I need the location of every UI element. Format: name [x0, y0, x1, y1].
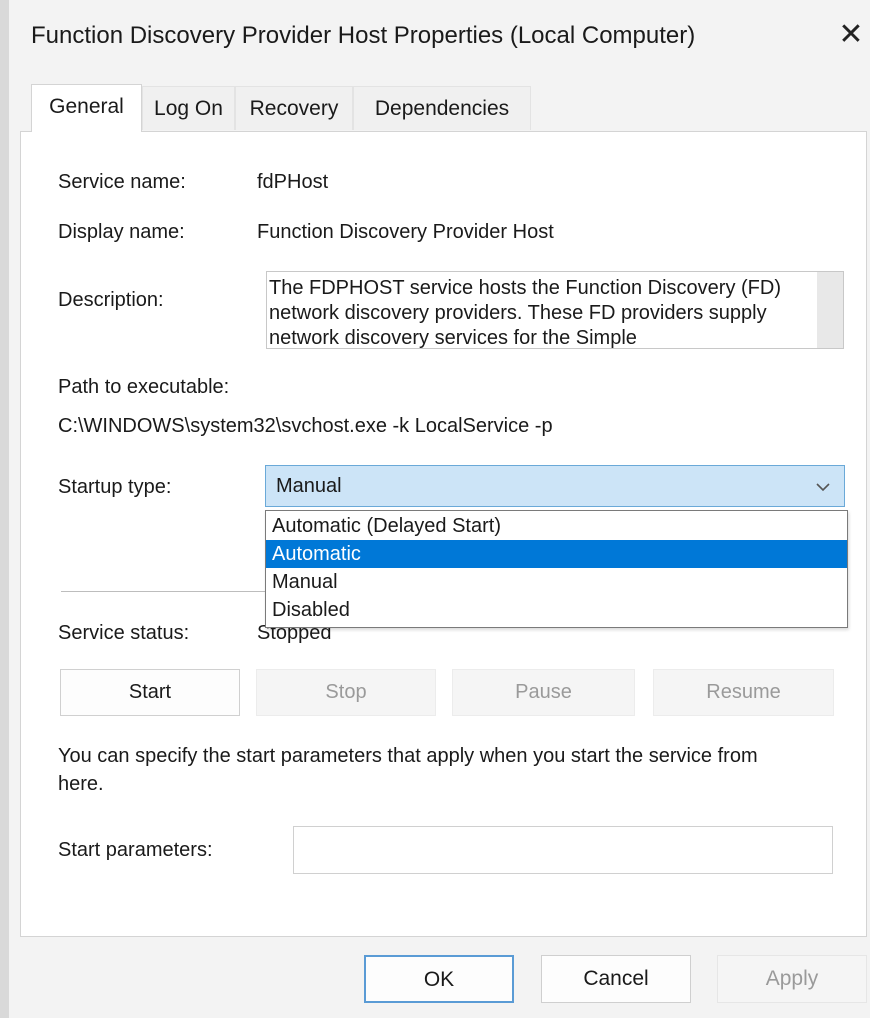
description-scrollbar[interactable]: [817, 272, 843, 348]
properties-dialog: Function Discovery Provider Host Propert…: [9, 0, 870, 1018]
window-edge: [0, 0, 9, 1018]
display-name-value: Function Discovery Provider Host: [257, 221, 554, 243]
description-label: Description:: [58, 289, 164, 311]
ok-button[interactable]: OK: [364, 955, 514, 1003]
start-parameters-label: Start parameters:: [58, 839, 213, 861]
startup-type-dropdown: Automatic (Delayed Start) Automatic Manu…: [265, 510, 848, 628]
tab-dependencies[interactable]: Dependencies: [353, 86, 531, 130]
start-parameters-hint: You can specify the start parameters tha…: [58, 745, 758, 795]
apply-button[interactable]: Apply: [717, 955, 867, 1003]
resume-button[interactable]: Resume: [653, 669, 834, 716]
description-box[interactable]: The FDPHOST service hosts the Function D…: [266, 271, 844, 349]
startup-type-label: Startup type:: [58, 476, 172, 498]
startup-type-select[interactable]: Manual: [265, 465, 845, 507]
start-parameters-input[interactable]: [293, 826, 833, 874]
tab-recovery[interactable]: Recovery: [235, 86, 353, 130]
option-manual[interactable]: Manual: [266, 568, 847, 596]
service-name-value: fdPHost: [257, 171, 329, 193]
stop-button[interactable]: Stop: [256, 669, 436, 716]
tab-general[interactable]: General: [31, 84, 142, 132]
title-bar: Function Discovery Provider Host Propert…: [9, 0, 870, 72]
close-icon[interactable]: ✕: [834, 18, 868, 52]
description-text: The FDPHOST service hosts the Function D…: [269, 277, 781, 349]
path-label: Path to executable:: [58, 376, 230, 398]
general-panel: Service name: fdPHost Display name: Func…: [20, 131, 867, 937]
service-name-label: Service name:: [58, 171, 186, 193]
option-automatic[interactable]: Automatic: [266, 540, 847, 568]
option-automatic-delayed[interactable]: Automatic (Delayed Start): [266, 512, 847, 540]
start-button[interactable]: Start: [60, 669, 240, 716]
section-divider: [61, 591, 266, 592]
startup-type-value: Manual: [276, 475, 342, 497]
tab-log-on[interactable]: Log On: [142, 86, 235, 130]
service-status-label: Service status:: [58, 622, 190, 644]
display-name-label: Display name:: [58, 221, 185, 243]
path-value: C:\WINDOWS\system32\svchost.exe -k Local…: [58, 415, 553, 437]
option-disabled[interactable]: Disabled: [266, 596, 847, 624]
window-title: Function Discovery Provider Host Propert…: [31, 22, 696, 49]
chevron-down-icon: [816, 483, 830, 492]
pause-button[interactable]: Pause: [452, 669, 635, 716]
cancel-button[interactable]: Cancel: [541, 955, 691, 1003]
